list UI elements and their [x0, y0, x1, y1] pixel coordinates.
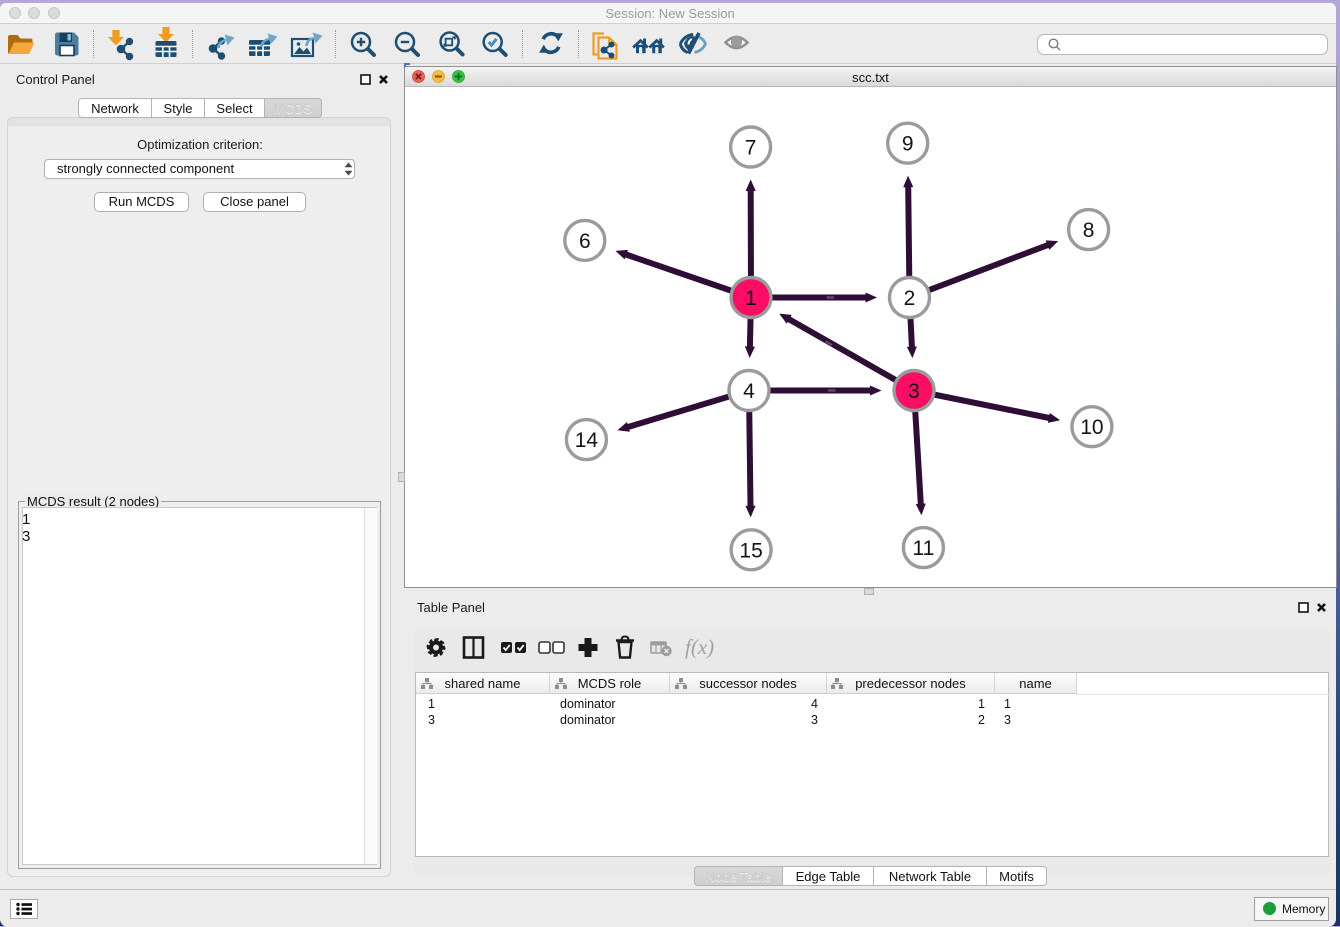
svg-text:9: 9: [902, 133, 914, 156]
svg-text:3: 3: [908, 380, 920, 403]
svg-text:10: 10: [1080, 416, 1103, 439]
svg-text:14: 14: [575, 429, 599, 452]
svg-text:7: 7: [745, 137, 757, 160]
svg-text:15: 15: [739, 539, 762, 562]
svg-text:11: 11: [912, 537, 934, 560]
svg-text:1: 1: [745, 287, 757, 310]
svg-text:4: 4: [743, 380, 755, 403]
svg-text:8: 8: [1083, 219, 1095, 242]
svg-text:6: 6: [579, 230, 591, 253]
svg-text:2: 2: [904, 287, 916, 310]
svg-text:f(x): f(x): [685, 635, 714, 659]
